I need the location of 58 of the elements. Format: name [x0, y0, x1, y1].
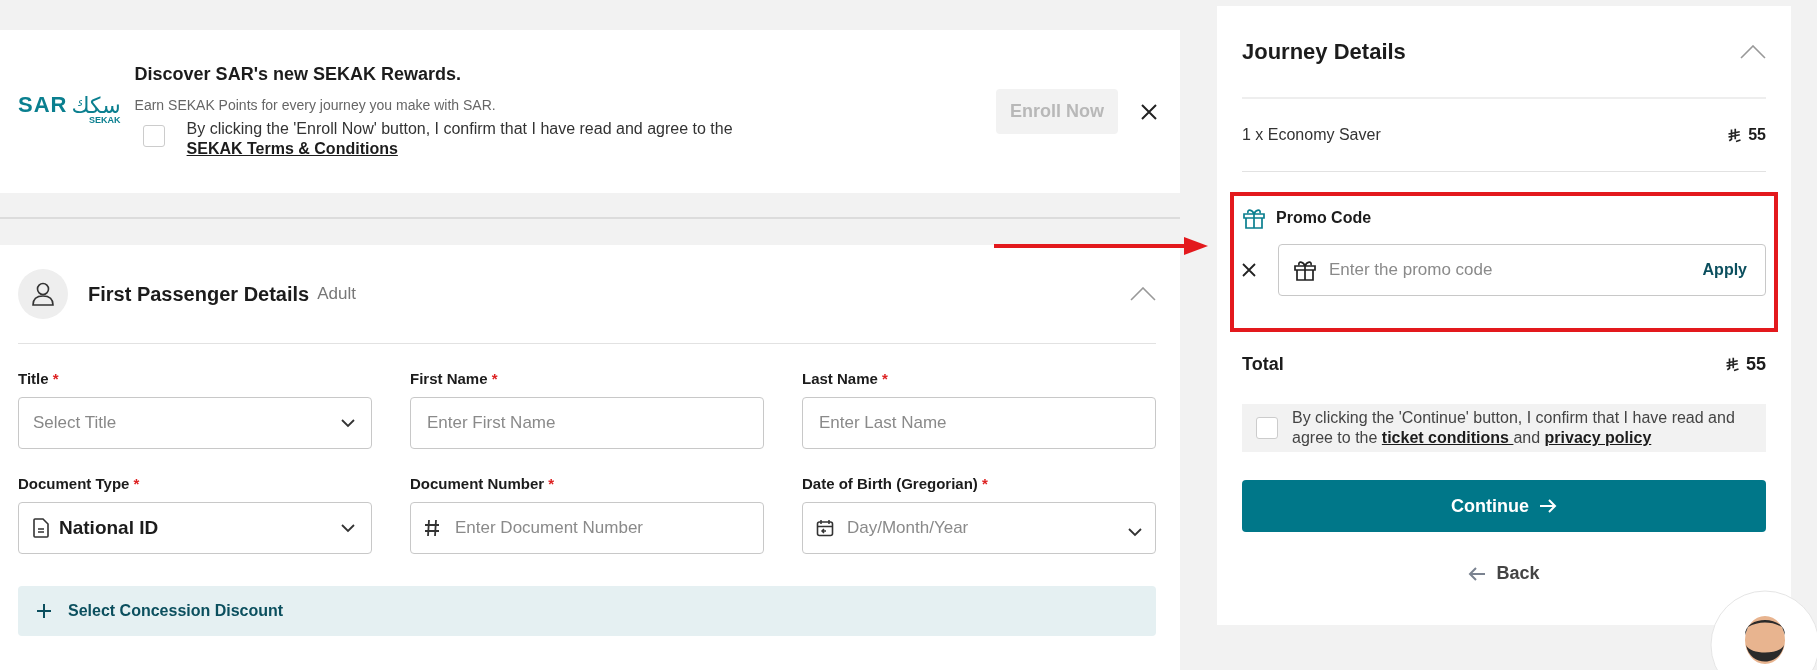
document-number-field[interactable]: Enter Document Number	[410, 502, 764, 554]
hash-icon	[424, 519, 440, 537]
panel-title: Journey Details	[1242, 38, 1406, 65]
user-icon	[18, 269, 68, 319]
checkbox[interactable]	[142, 125, 165, 147]
required-mark: *	[882, 370, 888, 387]
date-field[interactable]: Day/Month/Year	[802, 502, 1156, 554]
arrow-right-icon	[1539, 498, 1557, 514]
promo-code-field[interactable]: Enter the promo code Apply	[1278, 244, 1766, 296]
gift-icon	[1242, 206, 1266, 230]
total-label: Total	[1242, 353, 1284, 375]
required-mark: *	[548, 475, 555, 492]
chevron-down-icon	[341, 523, 355, 533]
passenger-type: Adult	[317, 284, 357, 304]
promo-title: Promo Code	[1276, 209, 1372, 227]
riyal-icon	[1727, 127, 1743, 143]
required-mark: *	[52, 370, 59, 387]
arrow-left-icon	[1468, 565, 1487, 582]
apply-button[interactable]: Apply	[1696, 260, 1753, 280]
required-mark: *	[133, 475, 140, 492]
banner-subtitle: Earn SEKAK Points for every journey you make with SAR.	[134, 97, 497, 113]
document-icon	[33, 518, 49, 538]
field-label: Title	[18, 370, 49, 387]
field-label: Document Number	[410, 475, 545, 492]
gift-icon	[1293, 258, 1317, 282]
chevron-down-icon	[341, 418, 355, 428]
consent-text: By clicking the 'Continue' button, I confirm that I have read and agree to the ticket conditions and privacy policy	[1292, 408, 1736, 448]
text-field[interactable]: Enter Last Name	[802, 397, 1156, 449]
chevron-down-icon	[1128, 528, 1142, 537]
section-title: First Passenger Details	[88, 282, 310, 306]
back-button[interactable]: Back	[1462, 562, 1546, 585]
terms-link[interactable]: SEKAK Terms & Conditions	[186, 140, 398, 157]
field-label: First Name	[410, 370, 488, 387]
title-select[interactable]: Select Title	[18, 397, 372, 449]
required-mark: *	[982, 475, 988, 492]
fare-price: 55	[1748, 126, 1766, 144]
chevron-up-icon[interactable]	[1130, 287, 1156, 301]
consent-text: By clicking the 'Enroll Now' button, I confirm that I have read and agree to the SEKAK Terms & Conditions	[186, 119, 734, 159]
banner-title: Discover SAR's new SEKAK Rewards.	[134, 64, 462, 85]
privacy-policy-link[interactable]: privacy policy	[1544, 429, 1652, 446]
document-type-select[interactable]: National ID	[18, 502, 372, 554]
chevron-up-icon[interactable]	[1740, 44, 1766, 59]
plus-icon	[36, 603, 52, 619]
riyal-icon	[1724, 356, 1740, 372]
text-field[interactable]: Enter First Name	[410, 397, 764, 449]
close-icon[interactable]	[1242, 263, 1256, 277]
fare-label: 1 x Economy Saver	[1242, 126, 1381, 144]
field-label: Document Type	[18, 475, 130, 492]
close-icon[interactable]	[1140, 102, 1158, 121]
field-label: Last Name	[802, 370, 878, 387]
total-price: 55	[1745, 353, 1766, 375]
calendar-icon	[816, 519, 834, 537]
concession-button[interactable]: Select Concession Discount	[18, 586, 1156, 636]
checkbox[interactable]	[1256, 417, 1278, 439]
ticket-conditions-link[interactable]: ticket conditions	[1381, 429, 1514, 446]
field-label: Date of Birth (Gregorian)	[802, 475, 978, 492]
required-mark: *	[491, 370, 498, 387]
continue-button[interactable]: Continue	[1242, 480, 1766, 532]
